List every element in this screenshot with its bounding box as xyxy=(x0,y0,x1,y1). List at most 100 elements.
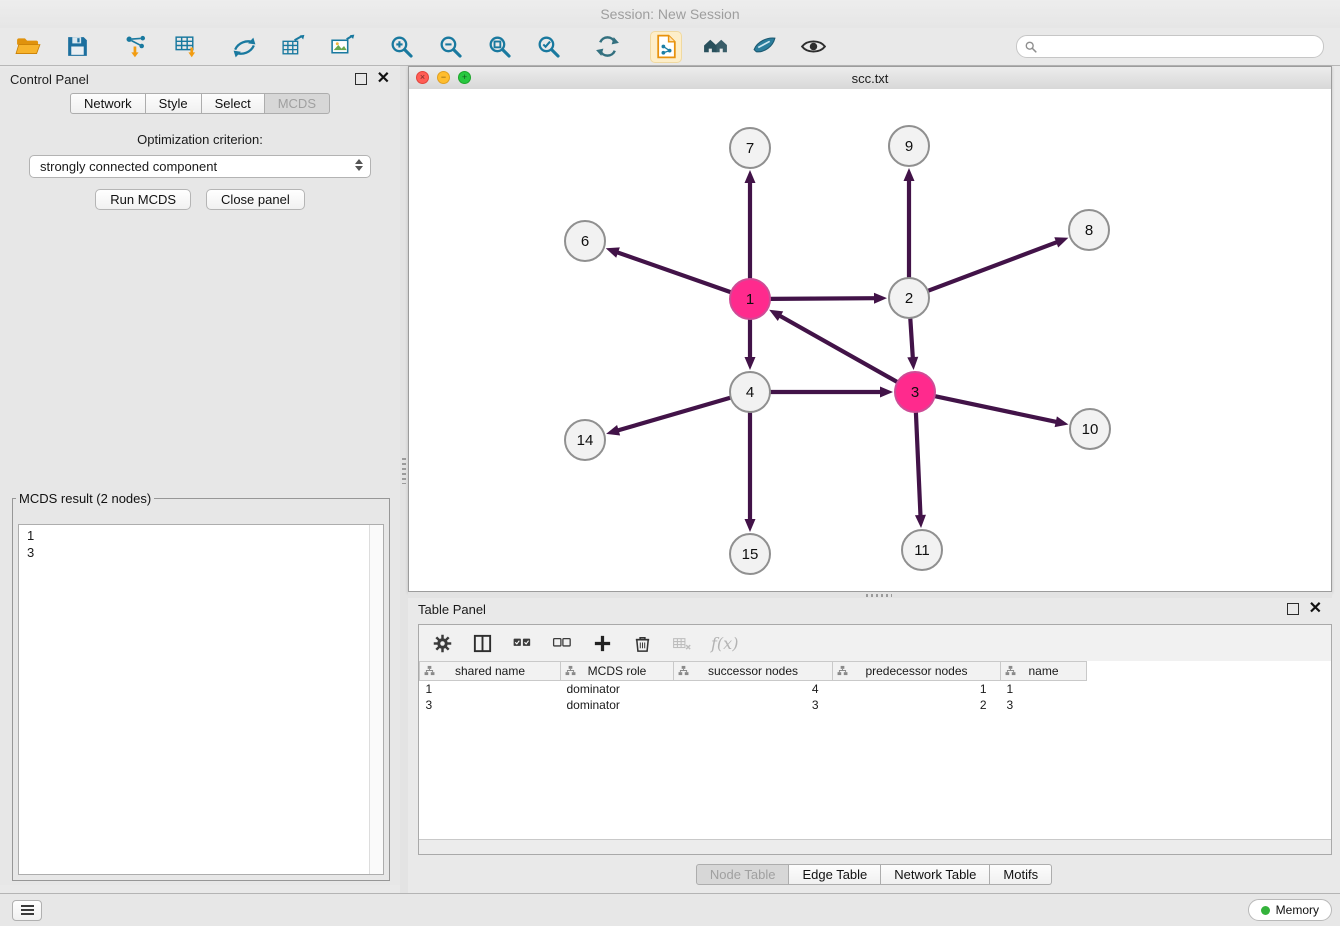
graph-node-6[interactable]: 6 xyxy=(565,221,605,261)
show-columns-button[interactable] xyxy=(471,632,494,655)
network-window-titlebar[interactable]: × − + scc.txt xyxy=(409,67,1331,90)
tab-node-table[interactable]: Node Table xyxy=(696,864,790,885)
vertical-splitter[interactable] xyxy=(400,66,408,893)
minimize-window-button[interactable]: − xyxy=(437,71,450,84)
tab-network-table[interactable]: Network Table xyxy=(881,864,990,885)
export-table-button[interactable] xyxy=(277,31,309,63)
tab-edge-table[interactable]: Edge Table xyxy=(789,864,881,885)
tab-mcds[interactable]: MCDS xyxy=(265,93,330,114)
table-cell[interactable]: dominator xyxy=(561,697,674,713)
column-header-name[interactable]: name xyxy=(1001,662,1087,681)
memory-button[interactable]: Memory xyxy=(1248,899,1332,921)
deselect-all-button[interactable] xyxy=(551,632,574,655)
optimization-select[interactable]: strongly connected component xyxy=(29,155,371,178)
zoom-window-button[interactable]: + xyxy=(458,71,471,84)
network-document-button[interactable] xyxy=(650,31,682,63)
graph-node-4[interactable]: 4 xyxy=(730,372,770,412)
column-header-shared-name[interactable]: shared name xyxy=(420,662,561,681)
column-header-predecessor-nodes[interactable]: predecessor nodes xyxy=(833,662,1001,681)
graph-node-15[interactable]: 15 xyxy=(730,534,770,574)
import-network-button[interactable] xyxy=(120,31,152,63)
zoom-fit-button[interactable] xyxy=(483,31,515,63)
close-table-panel-icon[interactable]: ✕ xyxy=(1309,601,1322,617)
graph-edge-4-14[interactable] xyxy=(606,398,730,436)
graph-node-8[interactable]: 8 xyxy=(1069,210,1109,250)
graph-node-11[interactable]: 11 xyxy=(902,530,942,570)
refresh-view-button[interactable] xyxy=(591,31,623,63)
table-cell[interactable]: 4 xyxy=(674,681,833,698)
delete-table-button-disabled xyxy=(671,632,694,655)
graph-edge-3-10[interactable] xyxy=(936,396,1069,427)
network-graph[interactable]: 7 9 6 8 1 2 4 3 14 10 15 11 xyxy=(409,89,1331,591)
graph-node-14[interactable]: 14 xyxy=(565,420,605,460)
table-cell[interactable]: 3 xyxy=(1001,697,1087,713)
table-row[interactable]: 1dominator411 xyxy=(420,681,1087,698)
table-row[interactable]: 3dominator323 xyxy=(420,697,1087,713)
graph-edge-3-1[interactable] xyxy=(769,310,897,382)
table-cell[interactable]: 3 xyxy=(420,697,561,713)
table-cell[interactable]: 1 xyxy=(1001,681,1087,698)
column-header-mcds-role[interactable]: MCDS role xyxy=(561,662,674,681)
graph-edge-3-11[interactable] xyxy=(915,413,926,528)
open-session-button[interactable] xyxy=(12,31,44,63)
table-settings-button[interactable] xyxy=(431,632,454,655)
splitter-handle[interactable] xyxy=(866,594,892,597)
search-box[interactable] xyxy=(1016,35,1324,58)
graph-edge-2-3[interactable] xyxy=(907,319,918,370)
table-cell[interactable]: dominator xyxy=(561,681,674,698)
graph-node-7[interactable]: 7 xyxy=(730,128,770,168)
close-panel-button[interactable]: Close panel xyxy=(206,189,305,210)
graph-node-1[interactable]: 1 xyxy=(730,279,770,319)
mcds-result-item: 1 xyxy=(27,527,383,544)
network-canvas[interactable]: 7 9 6 8 1 2 4 3 14 10 15 11 xyxy=(409,89,1331,591)
optimization-select-value: strongly connected component xyxy=(40,159,217,174)
delete-column-button[interactable] xyxy=(631,632,654,655)
search-input[interactable] xyxy=(1042,39,1315,55)
show-details-button[interactable] xyxy=(797,31,829,63)
run-mcds-button[interactable]: Run MCDS xyxy=(95,189,191,210)
table-cell[interactable]: 2 xyxy=(833,697,1001,713)
eye-icon xyxy=(800,33,827,60)
close-panel-icon[interactable]: ✕ xyxy=(377,71,390,87)
mcds-result-list[interactable]: 1 3 xyxy=(18,524,384,875)
tab-motifs[interactable]: Motifs xyxy=(990,864,1052,885)
table-cell[interactable]: 1 xyxy=(833,681,1001,698)
graph-edge-4-3[interactable] xyxy=(771,387,893,398)
brush-button[interactable] xyxy=(748,31,780,63)
graph-node-3[interactable]: 3 xyxy=(895,372,935,412)
graph-node-2[interactable]: 2 xyxy=(889,278,929,318)
add-column-button[interactable] xyxy=(591,632,614,655)
float-table-panel-icon[interactable] xyxy=(1287,603,1299,615)
import-table-button[interactable] xyxy=(169,31,201,63)
splitter-handle[interactable] xyxy=(402,458,406,484)
column-header-successor-nodes[interactable]: successor nodes xyxy=(674,662,833,681)
home-button[interactable] xyxy=(699,31,731,63)
table-horizontal-scrollbar[interactable] xyxy=(419,839,1331,854)
zoom-in-button[interactable] xyxy=(385,31,417,63)
table-cell[interactable]: 3 xyxy=(674,697,833,713)
graph-edge-1-4[interactable] xyxy=(745,320,756,370)
result-scrollbar[interactable] xyxy=(369,525,383,874)
zoom-out-button[interactable] xyxy=(434,31,466,63)
export-image-button[interactable] xyxy=(326,31,358,63)
graph-edge-2-8[interactable] xyxy=(929,237,1069,290)
export-network-button[interactable] xyxy=(228,31,260,63)
tab-select[interactable]: Select xyxy=(202,93,265,114)
graph-edge-1-6[interactable] xyxy=(606,247,730,292)
graph-edge-4-15[interactable] xyxy=(745,413,756,532)
table-cell[interactable]: 1 xyxy=(420,681,561,698)
tab-style[interactable]: Style xyxy=(146,93,202,114)
tab-network[interactable]: Network xyxy=(70,93,146,114)
graph-node-10[interactable]: 10 xyxy=(1070,409,1110,449)
graph-edge-2-9[interactable] xyxy=(904,168,915,277)
panel-list-button[interactable] xyxy=(12,900,42,921)
save-session-button[interactable] xyxy=(61,31,93,63)
close-window-button[interactable]: × xyxy=(416,71,429,84)
gear-icon xyxy=(432,633,453,654)
float-panel-icon[interactable] xyxy=(355,73,367,85)
graph-node-9[interactable]: 9 xyxy=(889,126,929,166)
graph-edge-1-2[interactable] xyxy=(771,293,887,304)
zoom-selected-button[interactable] xyxy=(532,31,564,63)
select-all-button[interactable] xyxy=(511,632,534,655)
graph-edge-1-7[interactable] xyxy=(745,170,756,278)
